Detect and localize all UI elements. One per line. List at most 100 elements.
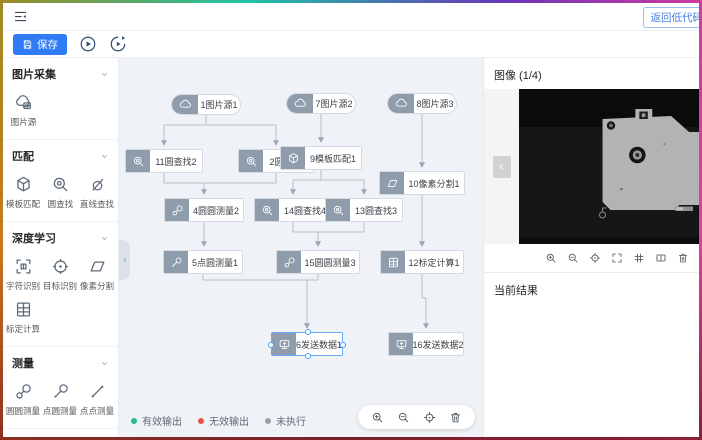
node-handle-top[interactable] xyxy=(305,329,311,335)
tool-circle-find[interactable]: 圆查找 xyxy=(42,171,79,214)
node-circle-circle-measure-3[interactable]: 15圆圆测量3 xyxy=(276,250,360,274)
circle-search-icon xyxy=(255,199,279,221)
node-circle-circle-measure-2[interactable]: 4圆圆测量2 xyxy=(164,198,244,222)
section-communication: 通信 xyxy=(3,429,118,437)
target-icon xyxy=(51,257,70,276)
node-image-source-3[interactable]: 8图片源3 xyxy=(387,93,457,114)
frame-border-top xyxy=(0,0,702,3)
trash-icon[interactable] xyxy=(677,252,689,264)
node-image-source-2[interactable]: 7图片源2 xyxy=(286,93,356,114)
section-header[interactable]: 测量 xyxy=(3,352,118,373)
compare-icon[interactable] xyxy=(655,252,667,264)
zoom-in-icon[interactable] xyxy=(371,411,384,424)
node-circle-find-4[interactable]: 14圆查找4 xyxy=(254,198,332,222)
send-data-icon xyxy=(272,333,296,355)
image-nav-strip xyxy=(484,89,519,244)
chevron-down-icon xyxy=(100,234,109,243)
tool-circle-circle-measure[interactable]: 圆圆测量 xyxy=(5,378,42,421)
tool-calibration[interactable]: 标定计算 xyxy=(5,296,42,339)
green-dot-icon xyxy=(131,418,137,424)
locate-icon[interactable] xyxy=(589,252,601,264)
section-header[interactable]: 图片采集 xyxy=(3,63,118,84)
ocr-icon xyxy=(14,257,33,276)
section-header[interactable]: 深度学习 xyxy=(3,227,118,248)
tool-sidebar: 图片采集 图片源 匹配 xyxy=(3,58,119,437)
circle-circle-measure-icon xyxy=(165,199,189,221)
calibration-icon xyxy=(381,251,405,273)
cloud-image-icon xyxy=(14,93,33,112)
point-circle-measure-icon xyxy=(51,382,70,401)
node-pixel-segment-1[interactable]: 10像素分割1 xyxy=(379,171,465,195)
tool-ocr[interactable]: 字符识别 xyxy=(5,253,42,296)
section-header[interactable]: 匹配 xyxy=(3,145,118,166)
play-icon xyxy=(79,35,97,53)
cloud-icon xyxy=(287,94,313,113)
chevron-down-icon xyxy=(100,152,109,161)
canvas-zoom-controls xyxy=(358,405,475,429)
current-results-title: 当前结果 xyxy=(484,273,699,307)
toolbar: 保存 xyxy=(3,31,699,58)
tool-line-find[interactable]: 直线查找 xyxy=(79,171,116,214)
tool-pixel-segment[interactable]: 像素分割 xyxy=(79,253,116,296)
legend-invalid-output: 无效输出 xyxy=(198,413,249,428)
node-send-data-1[interactable]: 6发送数据1 xyxy=(271,332,343,356)
locate-icon[interactable] xyxy=(423,411,436,424)
node-handle-bottom[interactable] xyxy=(305,353,311,359)
section-measure: 测量 圆圆测量 点圆测量 xyxy=(3,347,118,429)
node-point-circle-measure-1[interactable]: 5点圆测量1 xyxy=(163,250,243,274)
node-circle-find-3[interactable]: 13圆查找3 xyxy=(325,198,403,222)
trash-icon[interactable] xyxy=(449,411,462,424)
node-handle-left[interactable] xyxy=(268,342,274,348)
fullscreen-icon[interactable] xyxy=(611,252,623,264)
line-search-icon xyxy=(88,175,107,194)
node-handle-right[interactable] xyxy=(340,342,346,348)
save-button[interactable]: 保存 xyxy=(13,34,67,55)
node-calibration-1[interactable]: 12标定计算1 xyxy=(380,250,464,274)
sidebar-collapse-tab[interactable] xyxy=(119,240,130,280)
tool-object-detect[interactable]: 目标识别 xyxy=(42,253,79,296)
node-image-source-1[interactable]: 1图片源1 xyxy=(171,94,241,115)
node-template-match-1[interactable]: 9模板匹配1 xyxy=(280,146,362,170)
image-viewer xyxy=(484,89,699,244)
back-to-lowcode-button[interactable]: 返回低代码 xyxy=(643,7,700,28)
section-image-acquisition: 图片采集 图片源 xyxy=(3,58,118,140)
segment-icon xyxy=(88,257,107,276)
circle-search-icon xyxy=(326,199,350,221)
tool-point-point-measure[interactable]: 点点测量 xyxy=(79,378,116,421)
save-icon xyxy=(22,39,33,50)
image-panel-title: 图像 (1/4) xyxy=(484,58,699,89)
tool-point-circle-measure[interactable]: 点圆测量 xyxy=(42,378,79,421)
header-bar: 返回低代码 xyxy=(3,3,699,31)
zoom-in-icon[interactable] xyxy=(545,252,557,264)
flow-edges xyxy=(119,58,483,437)
tool-template-match[interactable]: 模板匹配 xyxy=(5,171,42,214)
circle-search-icon xyxy=(239,150,263,172)
circle-circle-measure-icon xyxy=(14,382,33,401)
circle-search-icon xyxy=(126,150,150,172)
run-button[interactable] xyxy=(79,35,97,53)
send-data-icon xyxy=(389,333,413,355)
chevron-left-icon xyxy=(121,256,129,264)
node-send-data-2[interactable]: 16发送数据2 xyxy=(388,332,464,356)
section-matching: 匹配 模板匹配 圆查找 直 xyxy=(3,140,118,222)
app-window: 返回低代码 保存 图片采集 xyxy=(0,0,702,440)
menu-unfold-icon[interactable] xyxy=(13,9,28,24)
tool-image-source[interactable]: 图片源 xyxy=(5,89,42,132)
frame-border-left xyxy=(0,0,3,440)
status-legend: 有效输出 无效输出 未执行 xyxy=(131,413,306,428)
run-once-button[interactable] xyxy=(109,35,127,53)
image-panel: 图像 (1/4) xyxy=(483,58,699,437)
node-circle-find-2[interactable]: 11圆查找2 xyxy=(125,149,203,173)
red-dot-icon xyxy=(198,418,204,424)
previous-image-button[interactable] xyxy=(493,156,511,178)
grid-icon[interactable] xyxy=(633,252,645,264)
flow-canvas[interactable]: 1图片源1 7图片源2 8图片源3 11圆查找2 2圆查找1 xyxy=(119,58,483,437)
camera-image xyxy=(519,89,699,244)
zoom-out-icon[interactable] xyxy=(397,411,410,424)
inspection-image[interactable] xyxy=(519,89,699,244)
section-deep-learning: 深度学习 字符识别 目标识别 xyxy=(3,222,118,347)
zoom-out-icon[interactable] xyxy=(567,252,579,264)
circle-search-icon xyxy=(51,175,70,194)
step-run-icon xyxy=(109,35,127,53)
cube-icon xyxy=(14,175,33,194)
